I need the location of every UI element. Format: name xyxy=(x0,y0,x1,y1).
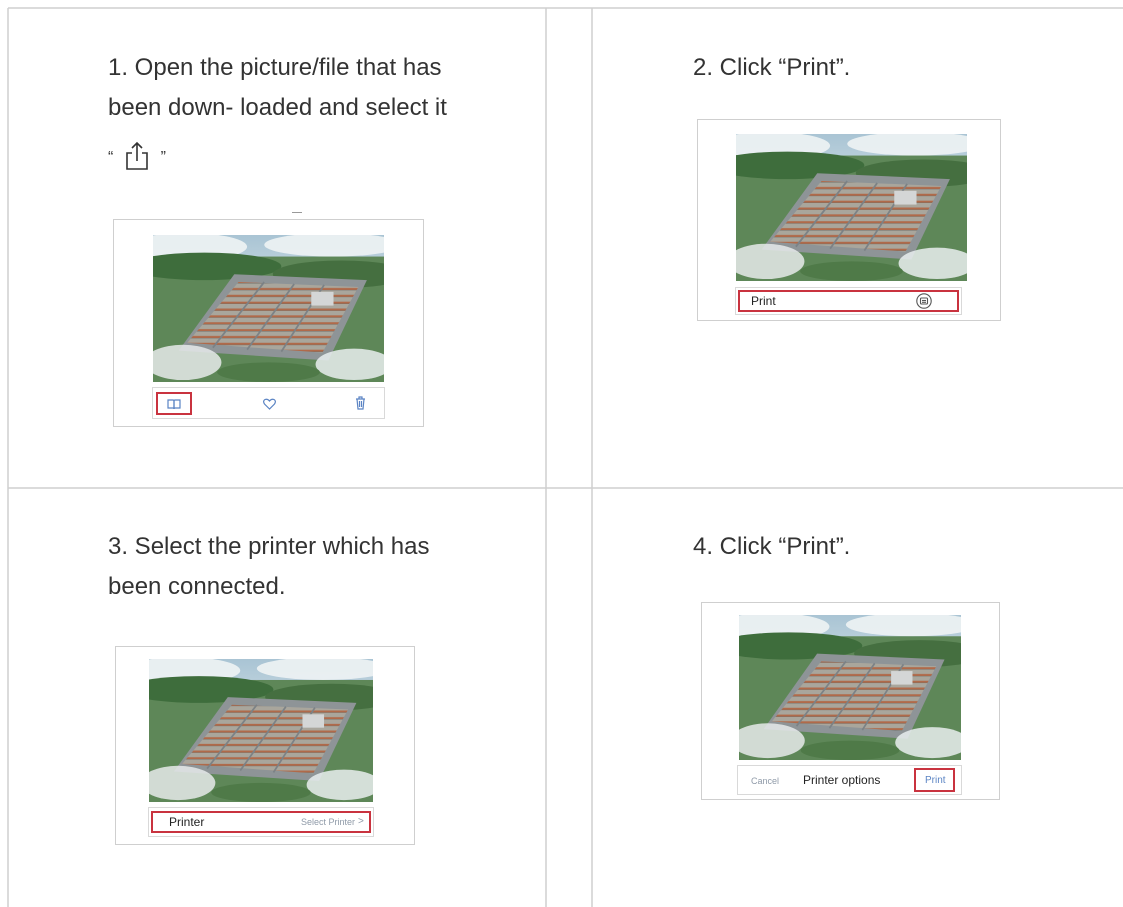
print-row: Print xyxy=(735,287,962,315)
close-quote: ” xyxy=(160,149,166,166)
step3-screenshot: Printer Select Printer > xyxy=(115,646,415,845)
step1-share-line: “ ” xyxy=(108,138,166,177)
trash-icon[interactable] xyxy=(355,396,366,415)
open-quote: “ xyxy=(108,149,114,166)
printer-label[interactable]: Printer xyxy=(169,815,204,829)
select-printer-label[interactable]: Select Printer xyxy=(301,817,355,827)
share-icon xyxy=(124,141,150,171)
aerial-photo xyxy=(736,134,967,281)
print-options-bar: Cancel Printer options Print xyxy=(737,765,962,795)
step1-text-line1: 1. Open the picture/file that has xyxy=(108,54,442,81)
aerial-photo xyxy=(153,235,384,382)
printer-icon[interactable] xyxy=(916,293,932,314)
step2-text: 2. Click “Print”. xyxy=(693,54,851,81)
step1-screenshot xyxy=(113,219,424,427)
printer-row: Printer Select Printer > xyxy=(148,807,374,837)
step2-screenshot: Print xyxy=(697,119,1001,321)
aerial-photo xyxy=(149,659,373,802)
heart-icon[interactable] xyxy=(263,397,276,415)
book-icon[interactable] xyxy=(167,397,181,415)
step4-screenshot: Cancel Printer options Print xyxy=(701,602,1000,800)
aerial-photo xyxy=(739,615,961,760)
cancel-button[interactable]: Cancel xyxy=(751,776,779,786)
photo-toolbar xyxy=(152,387,385,419)
print-label[interactable]: Print xyxy=(751,294,776,308)
small-dash xyxy=(292,212,302,213)
chevron-right-icon: > xyxy=(358,816,364,827)
step3-text-line2: been connected. xyxy=(108,573,286,600)
print-button[interactable]: Print xyxy=(925,775,946,786)
step3-text-line1: 3. Select the printer which has xyxy=(108,533,430,560)
step1-text-line2: been down- loaded and select it xyxy=(108,94,447,121)
step4-text: 4. Click “Print”. xyxy=(693,533,851,560)
printer-options-label: Printer options xyxy=(803,773,881,787)
